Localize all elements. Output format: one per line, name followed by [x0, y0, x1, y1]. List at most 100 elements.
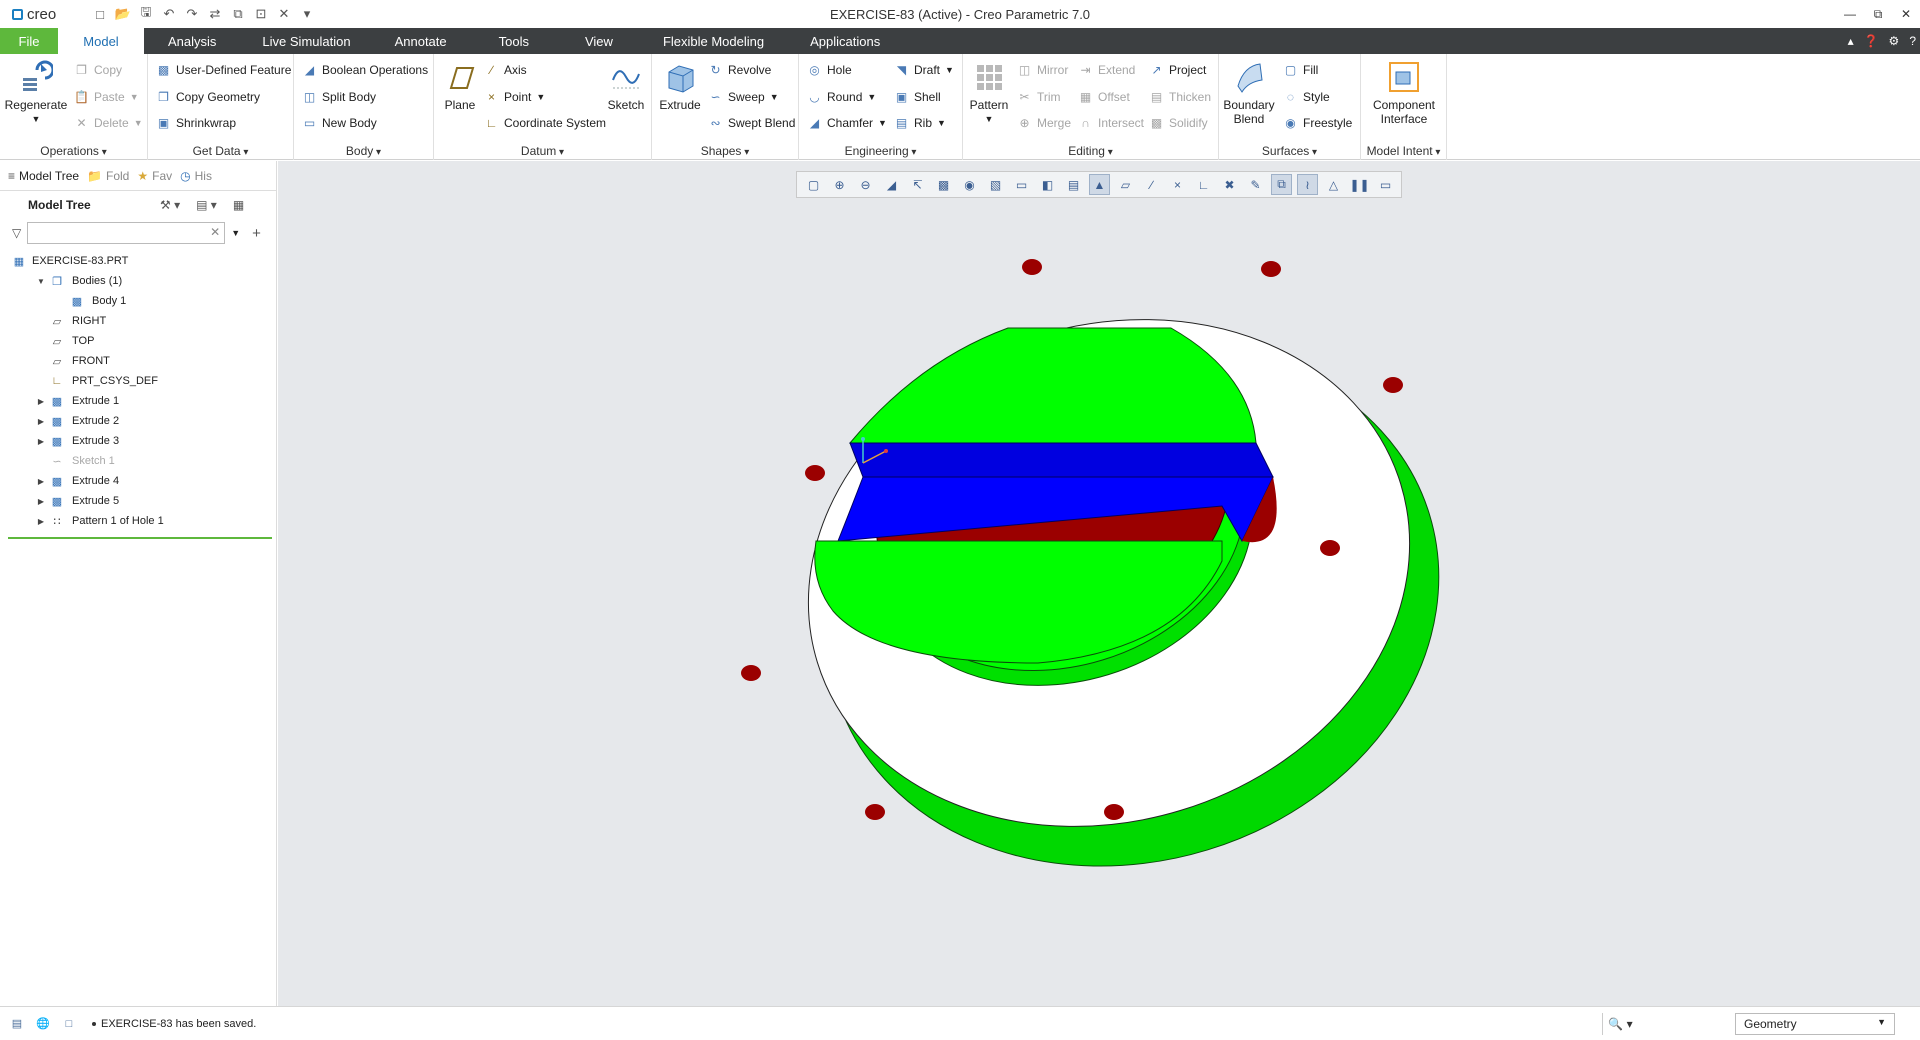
hole-button[interactable]: ◎ Hole: [807, 62, 851, 77]
selection-filter-dropdown[interactable]: Geometry ▼: [1735, 1013, 1895, 1035]
expand-closed-icon[interactable]: ▶: [36, 497, 46, 506]
tree-columns-icon[interactable]: ▦: [233, 198, 244, 212]
tab-analysis[interactable]: Analysis: [144, 28, 240, 54]
copy-geometry-button[interactable]: ❐ Copy Geometry: [156, 89, 260, 104]
new-file-icon[interactable]: □: [92, 6, 108, 22]
tree-item[interactable]: ▦ EXERCISE-83.PRT: [0, 251, 276, 271]
show-icon[interactable]: ▤ ▾: [196, 198, 217, 212]
regenerate-small-icon[interactable]: ⇄: [207, 6, 223, 22]
full-screen-icon[interactable]: □: [60, 1015, 78, 1033]
shell-button[interactable]: ▣ Shell: [894, 89, 941, 104]
extend-button[interactable]: ⇥ Extend: [1078, 62, 1135, 77]
redo-icon[interactable]: ↷: [184, 6, 200, 22]
tab-model[interactable]: Model: [58, 28, 144, 54]
navigator-toggle-icon[interactable]: ▤: [8, 1015, 26, 1033]
help-icon[interactable]: ?: [1909, 34, 1916, 48]
filter-dropdown-icon[interactable]: ▼: [231, 228, 240, 238]
graphics-area[interactable]: ▢ ⊕ ⊖ ◢ ↸ ▩ ◉ ▧ ▭ ◧ ▤ ▲ ▱ ∕ × ∟ ✖ ✎ ⧉ ≀ …: [278, 161, 1920, 1006]
minimize-icon[interactable]: —: [1836, 0, 1864, 28]
minimize-ribbon-icon[interactable]: ▴: [1848, 34, 1854, 48]
extrude-button[interactable]: Extrude: [654, 60, 706, 112]
tab-annotate[interactable]: Annotate: [373, 28, 469, 54]
solidify-button[interactable]: ▩ Solidify: [1149, 115, 1208, 130]
shrinkwrap-button[interactable]: ▣ Shrinkwrap: [156, 115, 236, 130]
delete-button[interactable]: ✕ Delete ▼: [74, 115, 142, 130]
offset-button[interactable]: ▦ Offset: [1078, 89, 1130, 104]
tree-item[interactable]: ▱ RIGHT: [0, 311, 276, 331]
surfaces-group-label[interactable]: Surfaces: [1219, 144, 1360, 158]
datum-group-label[interactable]: Datum: [434, 144, 651, 158]
search-input[interactable]: ✕: [27, 222, 226, 244]
rib-button[interactable]: ▤ Rib ▼: [894, 115, 946, 130]
open-folder-icon[interactable]: 📂: [115, 6, 131, 22]
save-icon[interactable]: 🖫: [138, 4, 154, 22]
customize-qat-icon[interactable]: ▾: [299, 6, 315, 22]
tab-flexible-modeling[interactable]: Flexible Modeling: [639, 28, 788, 54]
round-button[interactable]: ◡ Round ▼: [807, 89, 876, 104]
tree-item[interactable]: ▶ ▩ Extrude 4: [0, 471, 276, 491]
expand-open-icon[interactable]: ▼: [36, 277, 46, 286]
settings-icon[interactable]: ⚙: [1889, 34, 1900, 48]
windows-icon[interactable]: ⧉: [230, 6, 246, 22]
freestyle-button[interactable]: ◉ Freestyle: [1283, 115, 1352, 130]
tree-item[interactable]: ▱ FRONT: [0, 351, 276, 371]
close-x-icon[interactable]: ✕: [276, 6, 292, 22]
tab-live-simulation[interactable]: Live Simulation: [240, 28, 372, 54]
expand-closed-icon[interactable]: ▶: [36, 397, 46, 406]
project-button[interactable]: ↗ Project: [1149, 62, 1206, 77]
engineering-group-label[interactable]: Engineering: [799, 144, 962, 158]
tab-view[interactable]: View: [559, 28, 639, 54]
tree-settings-icon[interactable]: ⚒ ▾: [160, 198, 180, 212]
expand-closed-icon[interactable]: ▶: [36, 517, 46, 526]
mirror-button[interactable]: ◫ Mirror: [1017, 62, 1069, 77]
tree-item[interactable]: ▶ ∷ Pattern 1 of Hole 1: [0, 511, 276, 531]
component-interface-button[interactable]: Component Interface: [1365, 60, 1443, 126]
intersect-button[interactable]: ∩ Intersect: [1078, 115, 1144, 130]
3d-model[interactable]: [278, 161, 1920, 1006]
insert-indicator[interactable]: [8, 537, 272, 539]
new-body-button[interactable]: ▭ New Body: [302, 115, 377, 130]
shapes-group-label[interactable]: Shapes: [652, 144, 798, 158]
filter-icon[interactable]: ▽: [12, 226, 21, 240]
tree-item[interactable]: ▱ TOP: [0, 331, 276, 351]
tree-item[interactable]: ▩ Body 1: [0, 291, 276, 311]
sweep-button[interactable]: ∽ Sweep ▼: [708, 89, 778, 104]
tab-applications[interactable]: Applications: [788, 28, 902, 54]
body-group-label[interactable]: Body: [294, 144, 433, 158]
tab-tools[interactable]: Tools: [469, 28, 559, 54]
tree-item[interactable]: ▶ ▩ Extrude 3: [0, 431, 276, 451]
restore-icon[interactable]: ⧉: [1864, 0, 1892, 28]
expand-closed-icon[interactable]: ▶: [36, 477, 46, 486]
tree-item[interactable]: ▶ ▩ Extrude 1: [0, 391, 276, 411]
trim-button[interactable]: ✂ Trim: [1017, 89, 1060, 104]
split-body-button[interactable]: ◫ Split Body: [302, 89, 376, 104]
close-icon[interactable]: ✕: [1892, 0, 1920, 28]
close-window-icon[interactable]: ⊡: [253, 6, 269, 22]
copy-button[interactable]: ❐ Copy: [74, 62, 122, 77]
regenerate-button[interactable]: Regenerate ▼: [4, 60, 68, 126]
expand-closed-icon[interactable]: ▶: [36, 417, 46, 426]
revolve-button[interactable]: ↻ Revolve: [708, 62, 771, 77]
boundary-blend-button[interactable]: Boundary Blend: [1221, 60, 1277, 126]
regenerate-dropdown-icon[interactable]: ▼: [32, 112, 41, 126]
tab-model-tree[interactable]: ≡ Model Tree: [8, 169, 79, 183]
tab-folder-browser[interactable]: 📁 Fold: [87, 169, 129, 183]
tree-item[interactable]: ▶ ▩ Extrude 2: [0, 411, 276, 431]
thicken-button[interactable]: ▤ Thicken: [1149, 89, 1211, 104]
get-data-group-label[interactable]: Get Data: [148, 144, 293, 158]
udf-button[interactable]: ▩ User-Defined Feature: [156, 62, 292, 77]
clear-search-icon[interactable]: ✕: [210, 225, 220, 239]
pattern-button[interactable]: Pattern ▼: [965, 60, 1013, 126]
paste-button[interactable]: 📋 Paste ▼: [74, 89, 139, 104]
merge-button[interactable]: ⊕ Merge: [1017, 115, 1071, 130]
chamfer-button[interactable]: ◢ Chamfer ▼: [807, 115, 887, 130]
tree-item[interactable]: ∽ Sketch 1: [0, 451, 276, 471]
find-icon[interactable]: 🔍 ▾: [1602, 1013, 1638, 1035]
boolean-operations-button[interactable]: ◢ Boolean Operations: [302, 62, 428, 77]
style-button[interactable]: ◌ Style: [1283, 89, 1330, 104]
model-intent-group-label[interactable]: Model Intent: [1361, 144, 1446, 158]
help-center-icon[interactable]: ❓: [1864, 34, 1879, 48]
coordinate-system-button[interactable]: ∟ Coordinate System: [484, 115, 606, 130]
fill-button[interactable]: ▢ Fill: [1283, 62, 1319, 77]
plane-button[interactable]: Plane: [438, 60, 482, 112]
